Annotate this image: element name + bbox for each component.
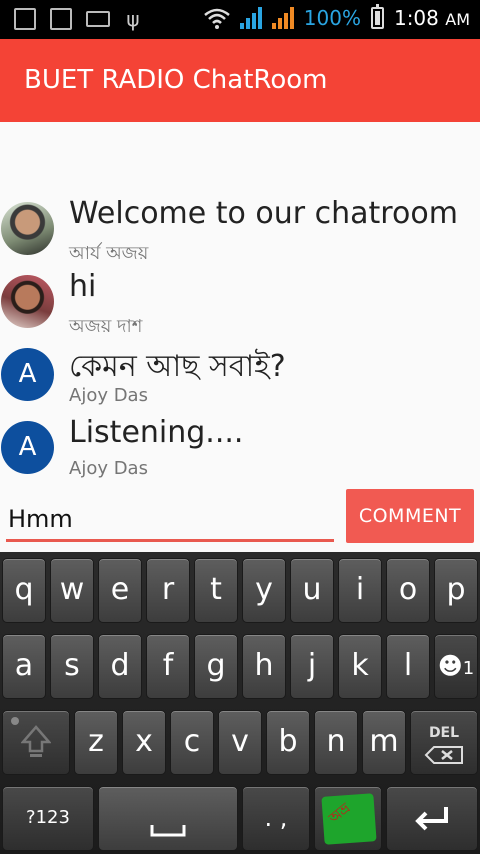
soft-keyboard: q w e r t y u i o p a s d f g h j k l ☻1… xyxy=(0,552,480,854)
notification-icons: ψ xyxy=(14,8,142,30)
key-m[interactable]: m xyxy=(362,710,406,775)
message-author: আর্য অজয় xyxy=(69,243,149,264)
key-t[interactable]: t xyxy=(194,558,238,623)
message-author: Ajoy Das xyxy=(69,385,148,406)
key-v[interactable]: v xyxy=(218,710,262,775)
key-j[interactable]: j xyxy=(290,634,334,699)
key-l[interactable]: l xyxy=(386,634,430,699)
bangla-keyboard-logo: অভ্র xyxy=(321,793,377,845)
signal-1-icon xyxy=(239,7,262,29)
key-f[interactable]: f xyxy=(146,634,190,699)
symbols-key[interactable]: ?123 xyxy=(2,786,94,851)
sd-card-icon xyxy=(50,8,72,30)
key-e[interactable]: e xyxy=(98,558,142,623)
key-a[interactable]: a xyxy=(2,634,46,699)
key-i[interactable]: i xyxy=(338,558,382,623)
usb-icon: ψ xyxy=(126,7,140,31)
keyboard-icon xyxy=(86,11,110,27)
battery-percent: 100% xyxy=(303,6,361,30)
avatar xyxy=(1,275,54,328)
backspace-icon xyxy=(424,746,463,764)
clock: 1:08 AM xyxy=(394,6,470,30)
avatar: A xyxy=(1,348,54,401)
key-h[interactable]: h xyxy=(242,634,286,699)
key-r[interactable]: r xyxy=(146,558,190,623)
composer: COMMENT xyxy=(0,488,480,552)
status-bar: ψ 100% 1:08 AM xyxy=(0,0,480,39)
punctuation-key[interactable]: . , xyxy=(242,786,310,851)
key-q[interactable]: q xyxy=(2,558,46,623)
message-text: Welcome to our chatroom xyxy=(69,196,458,231)
key-n[interactable]: n xyxy=(314,710,358,775)
key-z[interactable]: z xyxy=(74,710,118,775)
key-o[interactable]: o xyxy=(386,558,430,623)
emoji-key-label: 1 xyxy=(462,658,475,679)
battery-icon xyxy=(370,4,384,29)
key-g[interactable]: g xyxy=(194,634,238,699)
chat-message[interactable]: Welcome to our chatroom আর্য অজয় xyxy=(0,196,480,274)
space-key[interactable] xyxy=(98,786,238,851)
key-c[interactable]: c xyxy=(170,710,214,775)
key-k[interactable]: k xyxy=(338,634,382,699)
app-bar: BUET RADIO ChatRoom xyxy=(0,39,480,122)
bangla-logo-text: অভ্র xyxy=(326,800,354,827)
space-icon xyxy=(150,825,186,837)
signal-2-icon xyxy=(271,7,294,29)
key-x[interactable]: x xyxy=(122,710,166,775)
smiley-icon: ☻ xyxy=(437,652,463,680)
wifi-icon xyxy=(203,8,230,29)
enter-icon xyxy=(415,807,448,831)
key-p[interactable]: p xyxy=(434,558,478,623)
key-w[interactable]: w xyxy=(50,558,94,623)
avatar xyxy=(1,202,54,255)
emoji-key[interactable]: ☻1 xyxy=(434,634,478,699)
message-author: অজয় দাশ xyxy=(69,316,143,337)
sim-icon xyxy=(14,8,36,30)
language-key[interactable]: অভ্র xyxy=(314,786,382,851)
comment-button[interactable]: COMMENT xyxy=(346,489,474,543)
app-title: BUET RADIO ChatRoom xyxy=(24,65,328,95)
comment-input[interactable] xyxy=(6,498,334,542)
key-u[interactable]: u xyxy=(290,558,334,623)
key-d[interactable]: d xyxy=(98,634,142,699)
message-text: Listening.... xyxy=(69,415,244,450)
delete-key-label: DEL xyxy=(428,725,460,741)
chat-message[interactable]: A Listening.... Ajoy Das xyxy=(0,415,480,493)
shift-key[interactable] xyxy=(2,710,70,775)
clock-ampm: AM xyxy=(445,10,470,29)
caps-indicator xyxy=(11,717,19,725)
key-b[interactable]: b xyxy=(266,710,310,775)
chat-message[interactable]: A কেমন আছ সবাই? Ajoy Das xyxy=(0,348,480,420)
enter-key[interactable] xyxy=(386,786,478,851)
message-text: hi xyxy=(69,269,97,304)
key-s[interactable]: s xyxy=(50,634,94,699)
clock-time: 1:08 xyxy=(393,6,439,30)
message-author: Ajoy Das xyxy=(69,458,148,479)
shift-icon xyxy=(21,725,51,757)
avatar: A xyxy=(1,421,54,474)
chat-message[interactable]: hi অজয় দাশ xyxy=(0,269,480,347)
delete-key[interactable]: DEL xyxy=(410,710,478,775)
system-indicators: 100% 1:08 AM xyxy=(203,4,470,30)
key-y[interactable]: y xyxy=(242,558,286,623)
